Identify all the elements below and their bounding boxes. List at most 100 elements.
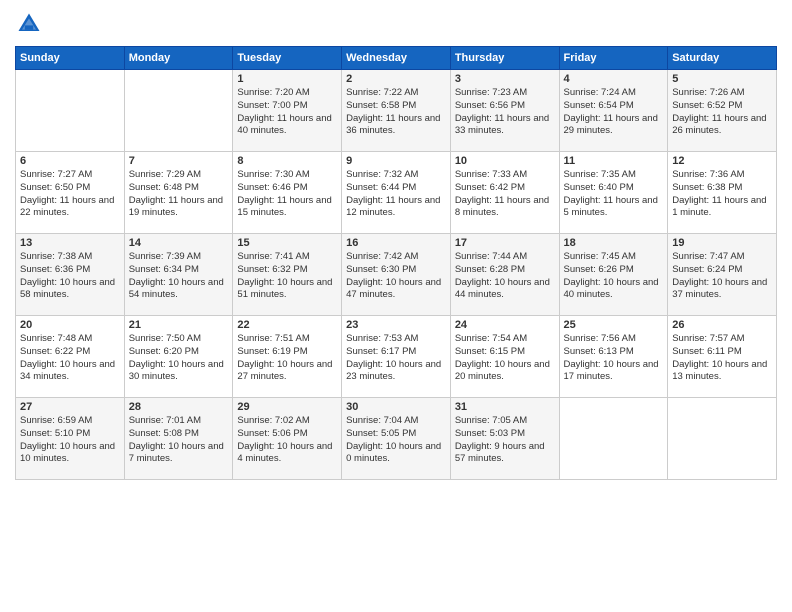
weekday-header-wednesday: Wednesday <box>342 47 451 70</box>
day-number: 24 <box>455 319 555 331</box>
page: SundayMondayTuesdayWednesdayThursdayFrid… <box>0 0 792 612</box>
week-row-2: 13 Sunrise: 7:38 AM Sunset: 6:36 PM Dayli… <box>16 234 777 316</box>
day-number: 5 <box>672 73 772 85</box>
day-cell <box>668 398 777 480</box>
day-info: Sunrise: 7:51 AM Sunset: 6:19 PM Dayligh… <box>237 333 337 384</box>
day-cell: 23 Sunrise: 7:53 AM Sunset: 6:17 PM Dayli… <box>342 316 451 398</box>
day-info: Sunrise: 7:41 AM Sunset: 6:32 PM Dayligh… <box>237 251 337 302</box>
day-number: 9 <box>346 155 446 167</box>
day-info: Sunrise: 7:30 AM Sunset: 6:46 PM Dayligh… <box>237 169 337 220</box>
weekday-header-sunday: Sunday <box>16 47 125 70</box>
day-info: Sunrise: 7:54 AM Sunset: 6:15 PM Dayligh… <box>455 333 555 384</box>
day-info: Sunrise: 7:57 AM Sunset: 6:11 PM Dayligh… <box>672 333 772 384</box>
weekday-header-tuesday: Tuesday <box>233 47 342 70</box>
day-info: Sunrise: 7:48 AM Sunset: 6:22 PM Dayligh… <box>20 333 120 384</box>
day-number: 7 <box>129 155 229 167</box>
week-row-0: 1 Sunrise: 7:20 AM Sunset: 7:00 PM Daylig… <box>16 70 777 152</box>
day-number: 18 <box>564 237 664 249</box>
day-info: Sunrise: 7:20 AM Sunset: 7:00 PM Dayligh… <box>237 87 337 138</box>
day-number: 31 <box>455 401 555 413</box>
day-number: 28 <box>129 401 229 413</box>
day-info: Sunrise: 7:23 AM Sunset: 6:56 PM Dayligh… <box>455 87 555 138</box>
week-row-3: 20 Sunrise: 7:48 AM Sunset: 6:22 PM Dayli… <box>16 316 777 398</box>
day-cell: 19 Sunrise: 7:47 AM Sunset: 6:24 PM Dayli… <box>668 234 777 316</box>
day-cell: 29 Sunrise: 7:02 AM Sunset: 5:06 PM Dayli… <box>233 398 342 480</box>
day-cell: 18Sunrise: 7:45 AM Sunset: 6:26 PM Dayli… <box>559 234 668 316</box>
day-cell: 1 Sunrise: 7:20 AM Sunset: 7:00 PM Daylig… <box>233 70 342 152</box>
day-cell: 13 Sunrise: 7:38 AM Sunset: 6:36 PM Dayli… <box>16 234 125 316</box>
day-info: Sunrise: 7:47 AM Sunset: 6:24 PM Dayligh… <box>672 251 772 302</box>
logo <box>15 10 47 38</box>
day-number: 3 <box>455 73 555 85</box>
day-number: 4 <box>564 73 664 85</box>
day-info: Sunrise: 7:01 AM Sunset: 5:08 PM Dayligh… <box>129 415 229 466</box>
day-number: 11 <box>564 155 664 167</box>
weekday-header-thursday: Thursday <box>450 47 559 70</box>
week-row-4: 27 Sunrise: 6:59 AM Sunset: 5:10 PM Dayli… <box>16 398 777 480</box>
day-info: Sunrise: 7:02 AM Sunset: 5:06 PM Dayligh… <box>237 415 337 466</box>
day-cell: 16Sunrise: 7:42 AM Sunset: 6:30 PM Dayli… <box>342 234 451 316</box>
day-number: 14 <box>129 237 229 249</box>
day-number: 27 <box>20 401 120 413</box>
day-cell: 14 Sunrise: 7:39 AM Sunset: 6:34 PM Dayli… <box>124 234 233 316</box>
day-info: Sunrise: 7:32 AM Sunset: 6:44 PM Dayligh… <box>346 169 446 220</box>
day-cell: 12 Sunrise: 7:36 AM Sunset: 6:38 PM Dayli… <box>668 152 777 234</box>
day-number: 17 <box>455 237 555 249</box>
day-cell: 26 Sunrise: 7:57 AM Sunset: 6:11 PM Dayli… <box>668 316 777 398</box>
day-cell: 6Sunrise: 7:27 AM Sunset: 6:50 PM Daylig… <box>16 152 125 234</box>
day-cell: 11 Sunrise: 7:35 AM Sunset: 6:40 PM Dayli… <box>559 152 668 234</box>
day-number: 30 <box>346 401 446 413</box>
day-number: 8 <box>237 155 337 167</box>
day-info: Sunrise: 7:33 AM Sunset: 6:42 PM Dayligh… <box>455 169 555 220</box>
day-info: Sunrise: 7:29 AM Sunset: 6:48 PM Dayligh… <box>129 169 229 220</box>
weekday-header-monday: Monday <box>124 47 233 70</box>
day-cell: 9 Sunrise: 7:32 AM Sunset: 6:44 PM Daylig… <box>342 152 451 234</box>
day-number: 13 <box>20 237 120 249</box>
day-info: Sunrise: 7:26 AM Sunset: 6:52 PM Dayligh… <box>672 87 772 138</box>
day-info: Sunrise: 7:35 AM Sunset: 6:40 PM Dayligh… <box>564 169 664 220</box>
calendar: SundayMondayTuesdayWednesdayThursdayFrid… <box>15 46 777 480</box>
day-cell: 28 Sunrise: 7:01 AM Sunset: 5:08 PM Dayli… <box>124 398 233 480</box>
weekday-header-row: SundayMondayTuesdayWednesdayThursdayFrid… <box>16 47 777 70</box>
day-cell: 8 Sunrise: 7:30 AM Sunset: 6:46 PM Daylig… <box>233 152 342 234</box>
day-cell: 21 Sunrise: 7:50 AM Sunset: 6:20 PM Dayli… <box>124 316 233 398</box>
day-info: Sunrise: 7:04 AM Sunset: 5:05 PM Dayligh… <box>346 415 446 466</box>
day-info: Sunrise: 7:36 AM Sunset: 6:38 PM Dayligh… <box>672 169 772 220</box>
day-cell: 10 Sunrise: 7:33 AM Sunset: 6:42 PM Dayli… <box>450 152 559 234</box>
day-cell: 20 Sunrise: 7:48 AM Sunset: 6:22 PM Dayli… <box>16 316 125 398</box>
day-cell: 4Sunrise: 7:24 AM Sunset: 6:54 PM Daylig… <box>559 70 668 152</box>
day-number: 26 <box>672 319 772 331</box>
day-cell: 24 Sunrise: 7:54 AM Sunset: 6:15 PM Dayli… <box>450 316 559 398</box>
day-cell: 31 Sunrise: 7:05 AM Sunset: 5:03 PM Dayli… <box>450 398 559 480</box>
logo-icon <box>15 10 43 38</box>
day-number: 6 <box>20 155 120 167</box>
day-info: Sunrise: 7:53 AM Sunset: 6:17 PM Dayligh… <box>346 333 446 384</box>
day-number: 25 <box>564 319 664 331</box>
day-info: Sunrise: 7:50 AM Sunset: 6:20 PM Dayligh… <box>129 333 229 384</box>
day-number: 10 <box>455 155 555 167</box>
day-number: 20 <box>20 319 120 331</box>
day-number: 29 <box>237 401 337 413</box>
weekday-header-friday: Friday <box>559 47 668 70</box>
day-info: Sunrise: 7:44 AM Sunset: 6:28 PM Dayligh… <box>455 251 555 302</box>
day-cell: 2Sunrise: 7:22 AM Sunset: 6:58 PM Daylig… <box>342 70 451 152</box>
day-number: 15 <box>237 237 337 249</box>
day-number: 23 <box>346 319 446 331</box>
day-cell <box>16 70 125 152</box>
day-cell: 25Sunrise: 7:56 AM Sunset: 6:13 PM Dayli… <box>559 316 668 398</box>
day-number: 16 <box>346 237 446 249</box>
day-info: Sunrise: 6:59 AM Sunset: 5:10 PM Dayligh… <box>20 415 120 466</box>
day-number: 21 <box>129 319 229 331</box>
day-cell: 7 Sunrise: 7:29 AM Sunset: 6:48 PM Daylig… <box>124 152 233 234</box>
day-number: 12 <box>672 155 772 167</box>
day-info: Sunrise: 7:05 AM Sunset: 5:03 PM Dayligh… <box>455 415 555 466</box>
weekday-header-saturday: Saturday <box>668 47 777 70</box>
day-cell: 17 Sunrise: 7:44 AM Sunset: 6:28 PM Dayli… <box>450 234 559 316</box>
day-cell: 30 Sunrise: 7:04 AM Sunset: 5:05 PM Dayli… <box>342 398 451 480</box>
day-info: Sunrise: 7:39 AM Sunset: 6:34 PM Dayligh… <box>129 251 229 302</box>
day-cell <box>124 70 233 152</box>
day-info: Sunrise: 7:38 AM Sunset: 6:36 PM Dayligh… <box>20 251 120 302</box>
day-number: 19 <box>672 237 772 249</box>
day-number: 1 <box>237 73 337 85</box>
day-cell: 5 Sunrise: 7:26 AM Sunset: 6:52 PM Daylig… <box>668 70 777 152</box>
